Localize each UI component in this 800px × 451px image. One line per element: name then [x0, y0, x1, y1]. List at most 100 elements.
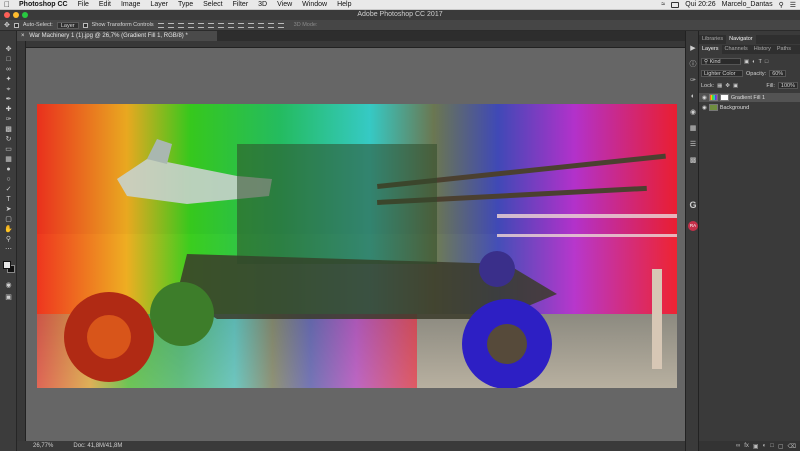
styles-icon[interactable]: ▩	[689, 157, 697, 165]
distribute-middle-icon[interactable]	[227, 22, 234, 28]
close-tab-icon[interactable]: ×	[21, 33, 25, 39]
new-layer-icon[interactable]: ▢	[778, 443, 784, 450]
wifi-icon[interactable]: ≈	[661, 1, 665, 8]
dodge-tool-icon[interactable]: ○	[3, 175, 14, 185]
more-tools-icon[interactable]: ⋯	[3, 245, 14, 255]
tab-channels[interactable]: Channels	[722, 45, 751, 54]
brush-tool-icon[interactable]: ✑	[3, 115, 14, 125]
layer-row-gradient-fill[interactable]: ◉ Gradient Fill 1	[699, 93, 800, 102]
menu-app[interactable]: Photoshop CC	[14, 1, 73, 8]
menu-view[interactable]: View	[272, 1, 297, 8]
distribute-center-icon[interactable]	[257, 22, 264, 28]
layer-name[interactable]: Background	[720, 105, 749, 111]
doc-size[interactable]: Doc: 41,8M/41,8M	[73, 441, 122, 451]
layer-row-background[interactable]: ◉ Background	[699, 103, 800, 112]
minimize-window-button[interactable]	[13, 12, 19, 18]
new-adjustment-icon[interactable]: ◐	[763, 443, 767, 449]
visibility-eye-icon[interactable]: ◉	[702, 95, 707, 101]
opacity-field[interactable]: 60%	[769, 70, 787, 77]
menu-layer[interactable]: Layer	[145, 1, 173, 8]
lock-position-icon[interactable]: ✥	[725, 83, 730, 89]
new-group-icon[interactable]: □	[770, 443, 774, 449]
transform-controls-checkbox[interactable]	[82, 22, 88, 28]
filter-kind-dropdown[interactable]: ⚲ Kind	[701, 58, 741, 65]
auto-select-checkbox[interactable]	[13, 22, 19, 28]
blend-mode-dropdown[interactable]: Lighter Color	[701, 70, 743, 77]
layer-style-icon[interactable]: fx	[744, 443, 749, 449]
brush-presets-icon[interactable]: ✑	[689, 77, 697, 85]
pen-tool-icon[interactable]: ✓	[3, 185, 14, 195]
crop-tool-icon[interactable]: ⌖	[3, 85, 14, 95]
tab-history[interactable]: History	[751, 45, 774, 54]
tab-libraries[interactable]: Libraries	[699, 35, 726, 44]
eyedropper-tool-icon[interactable]: ✒	[3, 95, 14, 105]
menu-help[interactable]: Help	[332, 1, 356, 8]
tab-layers[interactable]: Layers	[699, 45, 722, 54]
auto-align-icon[interactable]	[277, 22, 284, 28]
play-icon[interactable]: ▶	[689, 45, 697, 53]
screen-mode-icon[interactable]: ▣	[3, 293, 14, 303]
rectangle-tool-icon[interactable]: ▢	[3, 215, 14, 225]
zoom-tool-icon[interactable]: ⚲	[3, 235, 14, 245]
tab-paths[interactable]: Paths	[774, 45, 794, 54]
align-left-icon[interactable]	[187, 22, 194, 28]
pixel-filter-icon[interactable]: ▣	[744, 59, 749, 65]
menu-edit[interactable]: Edit	[94, 1, 116, 8]
adjustment-filter-icon[interactable]: ◐	[752, 59, 755, 65]
foreground-color-swatch[interactable]	[3, 261, 11, 269]
zoom-window-button[interactable]	[22, 12, 28, 18]
visibility-eye-icon[interactable]: ◉	[702, 105, 707, 111]
align-middle-icon[interactable]	[167, 22, 174, 28]
battery-icon[interactable]	[671, 1, 680, 8]
move-tool-icon[interactable]: ✥	[3, 45, 14, 55]
history-brush-tool-icon[interactable]: ↻	[3, 135, 14, 145]
search-icon[interactable]: ⚲	[779, 1, 784, 9]
user-name[interactable]: Marcelo_Dantas	[722, 1, 773, 8]
quick-mask-icon[interactable]: ◉	[3, 281, 14, 291]
document-canvas[interactable]	[37, 104, 677, 388]
apple-icon[interactable]: 	[0, 0, 14, 9]
add-mask-icon[interactable]: ▣	[753, 443, 759, 450]
shape-filter-icon[interactable]: □	[765, 59, 768, 65]
align-bottom-icon[interactable]	[177, 22, 184, 28]
healing-brush-tool-icon[interactable]: ✚	[3, 105, 14, 115]
swatches-icon[interactable]: ▦	[689, 125, 697, 133]
quick-select-tool-icon[interactable]: ✦	[3, 75, 14, 85]
clone-stamp-tool-icon[interactable]: ▩	[3, 125, 14, 135]
gradient-tool-icon[interactable]: ▦	[3, 155, 14, 165]
color-icon[interactable]: ◉	[689, 109, 697, 117]
zoom-level[interactable]: 26,77%	[33, 441, 53, 451]
g-plugin-icon[interactable]: G	[689, 201, 697, 210]
fill-field[interactable]: 100%	[777, 82, 798, 89]
close-window-button[interactable]	[4, 12, 10, 18]
menu-image[interactable]: Image	[116, 1, 145, 8]
eraser-tool-icon[interactable]: ▭	[3, 145, 14, 155]
info-icon[interactable]: ⓘ	[689, 61, 697, 69]
trash-icon[interactable]: ⌫	[788, 443, 796, 450]
marquee-tool-icon[interactable]: □	[3, 55, 14, 65]
move-tool-icon[interactable]: ✥	[4, 21, 10, 29]
align-right-icon[interactable]	[207, 22, 214, 28]
menu-window[interactable]: Window	[297, 1, 332, 8]
menu-type[interactable]: Type	[173, 1, 198, 8]
layer-name[interactable]: Gradient Fill 1	[731, 95, 765, 101]
distribute-bottom-icon[interactable]	[237, 22, 244, 28]
lasso-tool-icon[interactable]: ∞	[3, 65, 14, 75]
distribute-left-icon[interactable]	[247, 22, 254, 28]
path-selection-tool-icon[interactable]: ➤	[3, 205, 14, 215]
auto-select-dropdown[interactable]: Layer	[56, 21, 79, 29]
distribute-right-icon[interactable]	[267, 22, 274, 28]
properties-icon[interactable]: ☰	[689, 141, 697, 149]
clock[interactable]: Qui 20:26	[685, 1, 715, 8]
lock-pixels-icon[interactable]: ▦	[717, 83, 722, 89]
blur-tool-icon[interactable]: ●	[3, 165, 14, 175]
document-tab[interactable]: × War Machinery 1 (1).jpg @ 26,7% (Gradi…	[17, 31, 217, 41]
type-filter-icon[interactable]: T	[759, 59, 762, 65]
hand-tool-icon[interactable]: ✋	[3, 225, 14, 235]
menu-3d[interactable]: 3D	[253, 1, 272, 8]
lock-all-icon[interactable]: ▣	[733, 83, 738, 89]
menu-file[interactable]: File	[73, 1, 94, 8]
align-top-icon[interactable]	[157, 22, 164, 28]
avatar[interactable]: RA	[688, 221, 698, 231]
tab-navigator[interactable]: Navigator	[726, 35, 756, 44]
